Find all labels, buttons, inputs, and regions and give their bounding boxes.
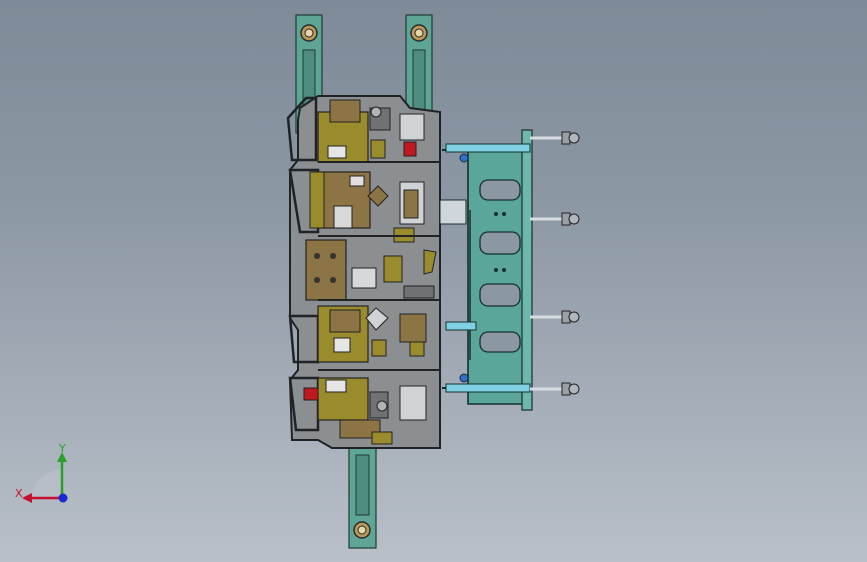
fixture-body[interactable] (286, 95, 441, 449)
y-axis-label: Y (58, 442, 66, 455)
assembly-model[interactable] (0, 0, 867, 562)
x-axis-arrow (22, 493, 32, 503)
z-axis-dot (58, 493, 68, 503)
cad-graphics-viewport[interactable]: Y X (0, 0, 867, 562)
coordinate-triad: Y X (15, 442, 68, 503)
side-bracket-plate[interactable] (467, 129, 533, 411)
bottom-rail[interactable] (348, 444, 377, 549)
x-axis-label: X (15, 487, 23, 500)
triad-plane-shade (31, 469, 62, 498)
bolts[interactable] (530, 131, 580, 396)
